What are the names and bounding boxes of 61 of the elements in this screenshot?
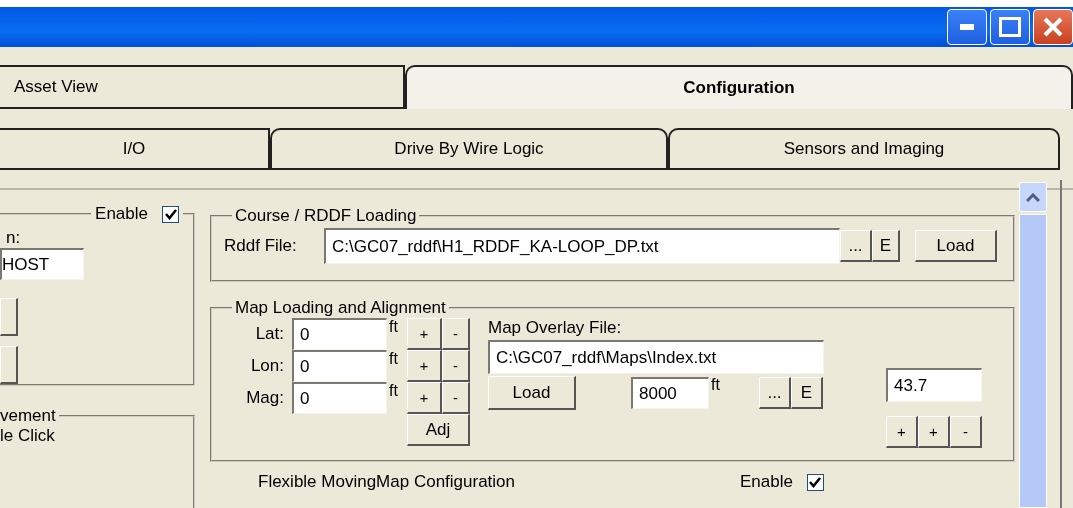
caret-up-icon [1026,192,1040,202]
tab[interactable]: Configuration [405,65,1073,109]
button[interactable]: E [872,230,900,262]
button[interactable]: + [407,382,442,414]
button[interactable]: - [950,416,982,448]
checkbox[interactable] [162,205,179,223]
button[interactable]: + [918,416,950,448]
load-button[interactable]: Load [915,230,997,262]
checkbox[interactable] [806,473,824,491]
scrollbar-thumb[interactable] [1019,214,1047,508]
minimize-button[interactable] [947,9,987,45]
scroll-up-button[interactable] [1019,182,1047,212]
close-button[interactable] [1033,9,1073,45]
overlay-file-field[interactable]: C:\GC07_rddf\Maps\Index.txt [488,340,824,374]
button[interactable] [0,298,18,336]
group-title: Course / RDDF Loading [234,206,418,226]
load-button[interactable]: Load [488,376,576,410]
close-icon [1042,16,1064,38]
offset-label: Lon: [249,356,285,376]
scale-field[interactable]: 43.7 [886,368,982,402]
group-title: vement [0,406,57,426]
button[interactable]: - [442,318,470,350]
file-path-field[interactable]: C:\GC07_rddf\H1_RDDF_KA-LOOP_DP.txt [324,228,840,264]
offset-field[interactable]: 0 [292,350,387,382]
maximize-icon [999,17,1021,37]
button[interactable]: E [791,377,823,409]
group-title: Map Loading and Alignment [234,298,447,318]
offset-label: Mag: [245,388,285,408]
button[interactable]: + [407,318,442,350]
distance-field[interactable]: 8000 [631,377,709,409]
maximize-button[interactable] [990,9,1030,45]
check-icon [164,208,177,220]
offset-label: Lat: [254,324,285,344]
tab[interactable]: Sensors and Imaging [668,128,1060,170]
button[interactable]: ... [759,377,791,409]
tab[interactable]: Drive By Wire Logic [270,128,668,170]
minimize-icon [960,24,974,30]
check-icon [809,476,822,488]
adjust-button[interactable]: Adj [407,414,470,446]
button[interactable]: - [442,382,470,414]
unit-label: ft [710,376,721,394]
enable-label: Enable [740,472,793,492]
offset-field[interactable]: 0 [292,382,387,414]
unit-label: ft [388,318,399,336]
option-text: le Click [0,426,55,445]
overlay-label: Map Overlay File: [488,318,623,338]
button[interactable]: + [407,350,442,382]
group-title: Flexible MovingMap Configuration [258,472,517,492]
tab[interactable]: Asset View [0,65,405,109]
button[interactable] [0,346,18,384]
offset-field[interactable]: 0 [292,318,387,350]
button[interactable]: ... [840,230,872,262]
unit-label: ft [388,382,399,400]
tab[interactable]: I/O [0,128,270,170]
enable-label: Enable [95,204,148,224]
button[interactable]: + [886,416,918,448]
unit-label: ft [388,350,399,368]
button[interactable]: - [442,350,470,382]
field-label: Rddf File: [224,236,298,256]
host-field[interactable]: HOST [0,248,84,280]
field-label: n: [5,228,22,248]
